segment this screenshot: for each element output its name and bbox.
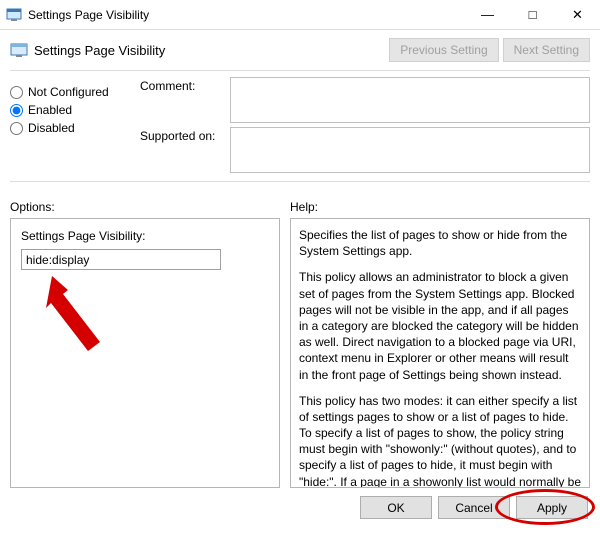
supported-on-box [230, 127, 590, 173]
close-button[interactable]: ✕ [555, 0, 600, 30]
page-title: Settings Page Visibility [34, 43, 385, 58]
help-text: Specifies the list of pages to show or h… [299, 227, 581, 488]
header: Settings Page Visibility Previous Settin… [0, 30, 600, 66]
maximize-button[interactable]: □ [510, 0, 555, 30]
help-paragraph: This policy has two modes: it can either… [299, 393, 581, 488]
app-icon [6, 7, 22, 23]
title-bar: Settings Page Visibility — □ ✕ [0, 0, 600, 30]
options-pane: Settings Page Visibility: [10, 218, 280, 488]
next-setting-button[interactable]: Next Setting [503, 38, 590, 62]
radio-enabled[interactable]: Enabled [10, 103, 140, 117]
radio-disabled[interactable]: Disabled [10, 121, 140, 135]
window-title: Settings Page Visibility [28, 8, 465, 22]
apply-button[interactable]: Apply [516, 496, 588, 519]
help-paragraph: This policy allows an administrator to b… [299, 269, 581, 382]
state-radio-group: Not Configured Enabled Disabled [10, 77, 140, 177]
radio-label: Enabled [28, 103, 72, 117]
help-paragraph: Specifies the list of pages to show or h… [299, 227, 581, 259]
visibility-field-label: Settings Page Visibility: [21, 229, 269, 243]
radio-not-configured[interactable]: Not Configured [10, 85, 140, 99]
minimize-button[interactable]: — [465, 0, 510, 30]
previous-setting-button[interactable]: Previous Setting [389, 38, 498, 62]
footer: OK Cancel Apply [0, 488, 600, 527]
comment-input[interactable] [230, 77, 590, 123]
help-section-label: Help: [290, 200, 590, 214]
radio-label: Not Configured [28, 85, 109, 99]
radio-label: Disabled [28, 121, 75, 135]
help-pane[interactable]: Specifies the list of pages to show or h… [290, 218, 590, 488]
cancel-button[interactable]: Cancel [438, 496, 510, 519]
supported-on-label: Supported on: [140, 127, 230, 143]
visibility-field-input[interactable] [21, 249, 221, 270]
options-section-label: Options: [10, 200, 280, 214]
comment-label: Comment: [140, 77, 230, 93]
policy-icon [10, 41, 28, 59]
ok-button[interactable]: OK [360, 496, 432, 519]
